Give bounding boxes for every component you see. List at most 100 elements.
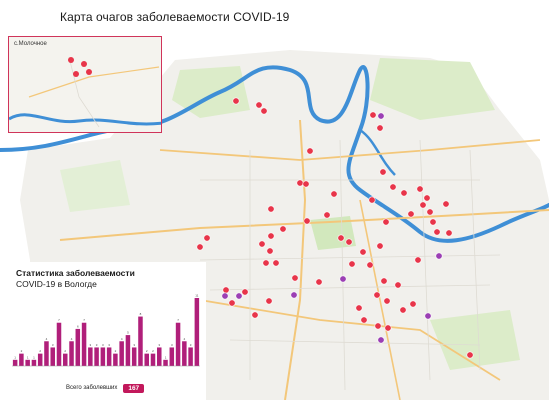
- red-circle-marker[interactable]: [241, 288, 249, 296]
- bar-value-label: 3: [102, 343, 104, 347]
- red-circle-marker[interactable]: [355, 304, 363, 312]
- purple-circle-marker[interactable]: [377, 336, 385, 344]
- bar-value-label: 11: [195, 294, 198, 298]
- red-circle-marker[interactable]: [337, 234, 345, 242]
- chart-bar: [144, 353, 149, 366]
- red-circle-marker[interactable]: [255, 101, 263, 109]
- red-circle-marker[interactable]: [315, 278, 323, 286]
- red-circle-marker[interactable]: [266, 247, 274, 255]
- chart-bar: [81, 322, 87, 366]
- chart-bar: [138, 316, 143, 366]
- stats-subtitle: COVID-19 в Вологде: [16, 279, 97, 289]
- red-circle-marker[interactable]: [433, 228, 441, 236]
- red-circle-marker[interactable]: [466, 351, 474, 359]
- red-circle-marker[interactable]: [323, 211, 331, 219]
- red-circle-marker[interactable]: [302, 180, 310, 188]
- red-circle-marker[interactable]: [228, 299, 236, 307]
- red-circle-marker[interactable]: [232, 97, 240, 105]
- red-circle-marker[interactable]: [416, 185, 424, 193]
- inset-map[interactable]: с.Молочное: [8, 36, 162, 133]
- red-circle-marker[interactable]: [374, 322, 382, 330]
- red-circle-marker[interactable]: [366, 261, 374, 269]
- red-circle-marker[interactable]: [260, 107, 268, 115]
- red-circle-marker[interactable]: [382, 218, 390, 226]
- bar-value-label: 3: [190, 343, 192, 347]
- red-circle-marker[interactable]: [279, 225, 287, 233]
- red-circle-marker[interactable]: [330, 190, 338, 198]
- red-circle-marker[interactable]: [414, 256, 422, 264]
- chart-bar: [100, 347, 106, 366]
- purple-circle-marker[interactable]: [377, 112, 385, 120]
- bar-value-label: 4: [46, 337, 48, 341]
- bar-value-label: 2: [152, 349, 154, 353]
- red-circle-marker[interactable]: [384, 324, 392, 332]
- red-circle-marker[interactable]: [419, 201, 427, 209]
- red-circle-marker[interactable]: [376, 242, 384, 250]
- red-circle-marker[interactable]: [442, 200, 450, 208]
- red-circle-marker[interactable]: [196, 243, 204, 251]
- red-circle-marker[interactable]: [369, 111, 377, 119]
- bar-value-label: 2: [21, 349, 23, 353]
- red-circle-marker[interactable]: [267, 232, 275, 240]
- red-circle-marker[interactable]: [68, 57, 74, 63]
- red-circle-marker[interactable]: [303, 217, 311, 225]
- red-circle-marker[interactable]: [383, 297, 391, 305]
- red-circle-marker[interactable]: [258, 240, 266, 248]
- red-circle-marker[interactable]: [262, 259, 270, 267]
- chart-bar: [150, 353, 156, 366]
- purple-circle-marker[interactable]: [339, 275, 347, 283]
- inset-road: [68, 56, 100, 128]
- red-circle-marker[interactable]: [359, 248, 367, 256]
- red-circle-marker[interactable]: [429, 218, 437, 226]
- red-circle-marker[interactable]: [389, 183, 397, 191]
- red-circle-marker[interactable]: [407, 210, 415, 218]
- stats-title: Статистика заболеваемости: [16, 268, 135, 278]
- chart-bar: [106, 347, 112, 366]
- inset-map-canvas: [9, 56, 161, 128]
- red-circle-marker[interactable]: [409, 300, 417, 308]
- red-circle-marker[interactable]: [251, 311, 259, 319]
- purple-circle-marker[interactable]: [435, 252, 443, 260]
- bar-value-label: 1: [14, 355, 16, 359]
- chart-bar: [157, 347, 162, 366]
- purple-circle-marker[interactable]: [221, 292, 229, 300]
- red-circle-marker[interactable]: [380, 277, 388, 285]
- red-circle-marker[interactable]: [81, 61, 87, 67]
- red-circle-marker[interactable]: [379, 168, 387, 176]
- map-title: Карта очагов заболеваемости COVID-19: [60, 10, 290, 24]
- red-circle-marker[interactable]: [272, 259, 280, 267]
- red-circle-marker[interactable]: [423, 194, 431, 202]
- red-circle-marker[interactable]: [445, 229, 453, 237]
- red-circle-marker[interactable]: [394, 281, 402, 289]
- red-circle-marker[interactable]: [426, 208, 434, 216]
- bar-value-label: 2: [64, 349, 66, 353]
- red-circle-marker[interactable]: [360, 316, 368, 324]
- purple-circle-marker[interactable]: [290, 291, 298, 299]
- chart-bar: [19, 353, 24, 366]
- red-circle-marker[interactable]: [376, 124, 384, 132]
- red-circle-marker[interactable]: [267, 205, 275, 213]
- red-circle-marker[interactable]: [296, 179, 304, 187]
- red-circle-marker[interactable]: [348, 260, 356, 268]
- chart-bar: [94, 347, 99, 366]
- chart-bar: [25, 359, 30, 366]
- red-circle-marker[interactable]: [400, 189, 408, 197]
- red-circle-marker[interactable]: [345, 238, 353, 246]
- chart-bar: [88, 347, 93, 366]
- purple-circle-marker[interactable]: [424, 312, 432, 320]
- red-circle-marker[interactable]: [306, 147, 314, 155]
- red-circle-marker[interactable]: [203, 234, 211, 242]
- red-circle-marker[interactable]: [368, 196, 376, 204]
- map-stage: Карта очагов заболеваемости COVID-19 с.М…: [0, 0, 549, 400]
- red-circle-marker[interactable]: [86, 69, 92, 75]
- red-circle-marker[interactable]: [291, 274, 299, 282]
- red-circle-marker[interactable]: [222, 286, 230, 294]
- red-circle-marker[interactable]: [73, 71, 79, 77]
- purple-circle-marker[interactable]: [235, 292, 243, 300]
- red-circle-marker[interactable]: [265, 297, 273, 305]
- bar-value-label: 3: [89, 343, 91, 347]
- red-circle-marker[interactable]: [399, 306, 407, 314]
- chart-bar: [131, 347, 137, 366]
- red-circle-marker[interactable]: [373, 291, 381, 299]
- chart-bar: [44, 341, 49, 366]
